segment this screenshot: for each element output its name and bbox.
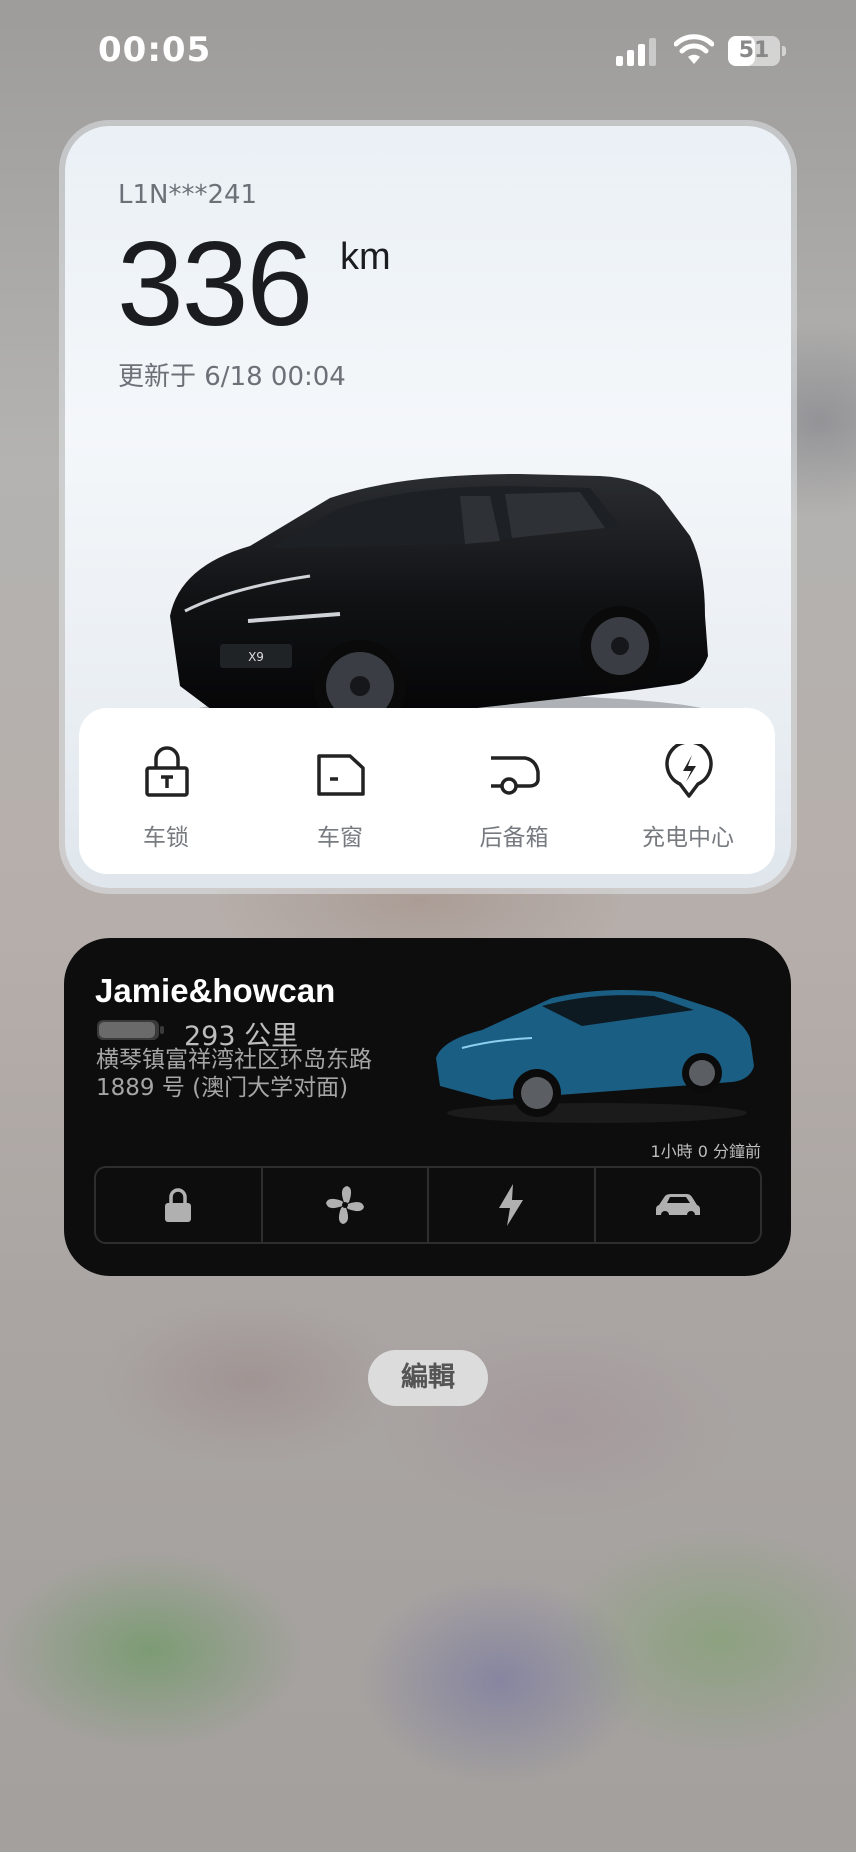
charging-center-label: 充电中心 bbox=[642, 825, 734, 851]
car-icon bbox=[655, 1194, 700, 1219]
lock-icon bbox=[165, 1188, 192, 1222]
window-icon bbox=[317, 754, 365, 796]
lightning-icon bbox=[499, 1184, 524, 1226]
status-bar: 00:05 51 bbox=[0, 0, 856, 100]
charging-pin-icon bbox=[665, 744, 713, 798]
window-control-button[interactable]: 车窗 bbox=[253, 708, 427, 874]
lock-icon bbox=[145, 746, 189, 797]
wifi-icon bbox=[674, 34, 714, 64]
climate-button[interactable] bbox=[263, 1168, 429, 1242]
xpeng-car-widget[interactable]: L1N***241 336 km 更新于 6/18 00:04 X9 车锁 车窗… bbox=[65, 126, 791, 888]
charging-center-button[interactable]: 充电中心 bbox=[601, 708, 775, 874]
vehicle-button[interactable] bbox=[596, 1168, 761, 1242]
trunk-control-button[interactable]: 后备箱 bbox=[427, 708, 601, 874]
svg-text:X9: X9 bbox=[248, 650, 264, 664]
cellular-signal-icon bbox=[616, 38, 656, 66]
address-line-1: 横琴镇富祥湾社区环岛东路 bbox=[96, 1047, 372, 1073]
clock: 00:05 bbox=[98, 30, 212, 70]
lock-button[interactable] bbox=[96, 1168, 263, 1242]
quick-controls: 车锁 车窗 后备箱 充电中心 bbox=[79, 708, 775, 874]
edit-widgets-button[interactable]: 編輯 bbox=[368, 1350, 488, 1406]
license-plate: L1N***241 bbox=[118, 180, 258, 210]
address-line-2: 1889 号 (澳门大学对面) bbox=[96, 1075, 349, 1101]
vehicle-name: Jamie&howcan bbox=[95, 972, 336, 1009]
last-updated: 1小時 0 分鐘前 bbox=[650, 1142, 761, 1161]
fan-icon bbox=[325, 1186, 364, 1224]
tesla-quick-actions bbox=[94, 1166, 762, 1244]
trunk-icon bbox=[491, 756, 540, 795]
vehicle-location: 横琴镇富祥湾社区环岛东路 1889 号 (澳门大学对面) bbox=[96, 1046, 426, 1102]
range-value: 336 bbox=[117, 217, 313, 351]
battery-indicator: 51 bbox=[728, 36, 786, 66]
window-label: 车窗 bbox=[317, 825, 363, 851]
trunk-label: 后备箱 bbox=[479, 825, 549, 851]
updated-time: 更新于 6/18 00:04 bbox=[118, 362, 346, 392]
battery-bar-icon bbox=[97, 1020, 164, 1040]
range-unit: km bbox=[340, 236, 391, 278]
lock-control-button[interactable]: 车锁 bbox=[79, 708, 253, 874]
charge-button[interactable] bbox=[429, 1168, 596, 1242]
tesla-car-image bbox=[436, 990, 754, 1123]
battery-percent: 51 bbox=[738, 38, 770, 63]
tesla-car-widget[interactable]: Jamie&howcan 293 公里 横琴镇富祥湾社区环岛东路 1889 号 … bbox=[64, 938, 791, 1276]
lock-label: 车锁 bbox=[143, 825, 189, 851]
